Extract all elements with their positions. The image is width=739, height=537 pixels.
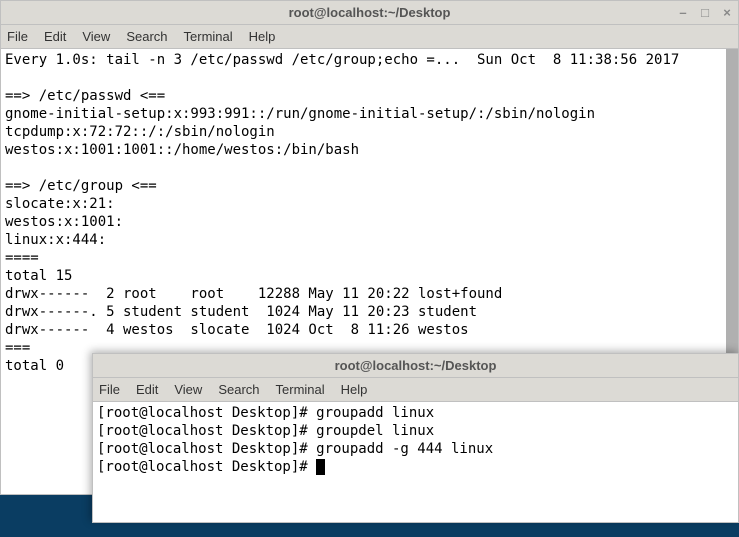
output-line [5, 69, 734, 87]
titlebar[interactable]: root@localhost:~/Desktop [93, 354, 738, 378]
menu-search[interactable]: Search [126, 29, 167, 44]
prompt: [root@localhost Desktop]# [97, 458, 316, 476]
command-line: [root@localhost Desktop]# groupdel linux [97, 422, 734, 440]
menu-edit[interactable]: Edit [44, 29, 66, 44]
command-line: [root@localhost Desktop]# groupadd -g 44… [97, 440, 734, 458]
output-line: ==== [5, 249, 734, 267]
close-icon[interactable]: × [720, 6, 734, 20]
maximize-icon[interactable]: □ [698, 6, 712, 20]
command-line: [root@localhost Desktop]# groupadd linux [97, 404, 734, 422]
menu-help[interactable]: Help [249, 29, 276, 44]
menubar: File Edit View Search Terminal Help [1, 25, 738, 49]
terminal-output[interactable]: [root@localhost Desktop]# groupadd linux… [93, 402, 738, 522]
output-line: ==> /etc/group <== [5, 177, 734, 195]
output-line: tcpdump:x:72:72::/:/sbin/nologin [5, 123, 734, 141]
menu-search[interactable]: Search [218, 382, 259, 397]
titlebar[interactable]: root@localhost:~/Desktop – □ × [1, 1, 738, 25]
output-line: linux:x:444: [5, 231, 734, 249]
terminal-window-front: root@localhost:~/Desktop File Edit View … [92, 353, 739, 523]
menu-file[interactable]: File [7, 29, 28, 44]
output-line: drwx------ 2 root root 12288 May 11 20:2… [5, 285, 734, 303]
output-line: drwx------. 5 student student 1024 May 1… [5, 303, 734, 321]
menu-edit[interactable]: Edit [136, 382, 158, 397]
output-line: gnome-initial-setup:x:993:991::/run/gnom… [5, 105, 734, 123]
output-line: westos:x:1001:1001::/home/westos:/bin/ba… [5, 141, 734, 159]
minimize-icon[interactable]: – [676, 6, 690, 20]
window-title: root@localhost:~/Desktop [335, 358, 497, 373]
menubar: File Edit View Search Terminal Help [93, 378, 738, 402]
output-line [5, 159, 734, 177]
output-line: total 15 [5, 267, 734, 285]
output-line: westos:x:1001: [5, 213, 734, 231]
menu-help[interactable]: Help [341, 382, 368, 397]
cursor-icon [316, 459, 325, 475]
output-line: drwx------ 4 westos slocate 1024 Oct 8 1… [5, 321, 734, 339]
menu-terminal[interactable]: Terminal [276, 382, 325, 397]
output-line: ==> /etc/passwd <== [5, 87, 734, 105]
output-line: Every 1.0s: tail -n 3 /etc/passwd /etc/g… [5, 51, 734, 69]
menu-view[interactable]: View [82, 29, 110, 44]
window-controls: – □ × [676, 6, 734, 20]
current-prompt-line[interactable]: [root@localhost Desktop]# [97, 458, 734, 476]
window-title: root@localhost:~/Desktop [289, 5, 451, 20]
menu-view[interactable]: View [174, 382, 202, 397]
menu-terminal[interactable]: Terminal [184, 29, 233, 44]
output-line: slocate:x:21: [5, 195, 734, 213]
menu-file[interactable]: File [99, 382, 120, 397]
